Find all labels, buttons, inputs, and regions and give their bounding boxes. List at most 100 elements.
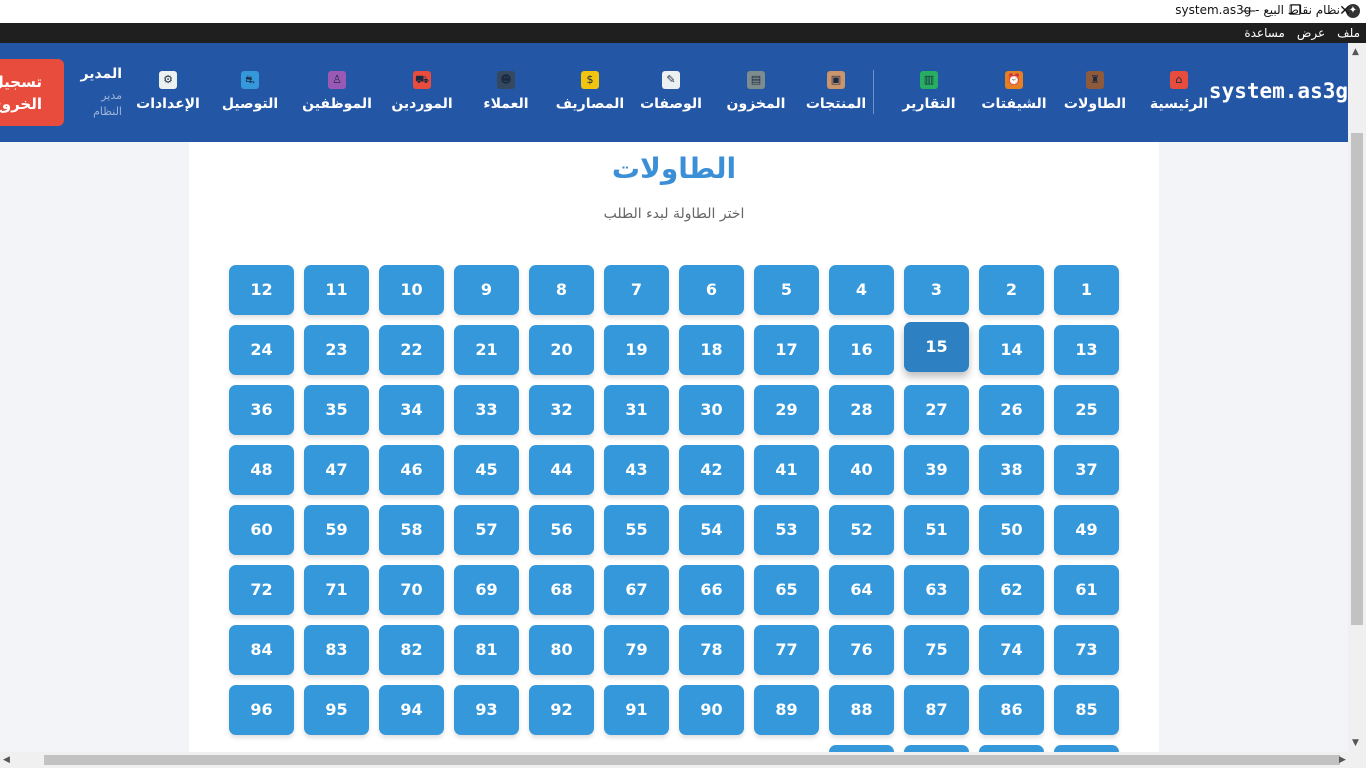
table-button-71[interactable]: 71 bbox=[304, 565, 369, 615]
table-button-83[interactable]: 83 bbox=[304, 625, 369, 675]
table-button-48[interactable]: 48 bbox=[229, 445, 294, 495]
table-button-76[interactable]: 76 bbox=[829, 625, 894, 675]
table-button-62[interactable]: 62 bbox=[979, 565, 1044, 615]
table-button-77[interactable]: 77 bbox=[754, 625, 819, 675]
table-button-25[interactable]: 25 bbox=[1054, 385, 1119, 435]
table-button-43[interactable]: 43 bbox=[604, 445, 669, 495]
nav-item-0[interactable]: ⌂ الرئيسية bbox=[1134, 71, 1224, 112]
nav-item-5[interactable]: ▤ المخزون bbox=[711, 71, 801, 112]
table-button-80[interactable]: 80 bbox=[529, 625, 594, 675]
table-button-66[interactable]: 66 bbox=[679, 565, 744, 615]
scroll-down-icon[interactable]: ▼ bbox=[1352, 738, 1359, 748]
table-button-32[interactable]: 32 bbox=[529, 385, 594, 435]
table-button-60[interactable]: 60 bbox=[229, 505, 294, 555]
nav-item-12[interactable]: ⚙ الإعدادات bbox=[123, 71, 213, 112]
table-button-36[interactable]: 36 bbox=[229, 385, 294, 435]
menu-help[interactable]: مساعدة bbox=[1238, 23, 1291, 43]
table-button-72[interactable]: 72 bbox=[229, 565, 294, 615]
table-button-50[interactable]: 50 bbox=[979, 505, 1044, 555]
table-button-18[interactable]: 18 bbox=[679, 325, 744, 375]
table-button-2[interactable]: 2 bbox=[979, 265, 1044, 315]
table-button-47[interactable]: 47 bbox=[304, 445, 369, 495]
table-button-12[interactable]: 12 bbox=[229, 265, 294, 315]
table-button-33[interactable]: 33 bbox=[454, 385, 519, 435]
table-button-23[interactable]: 23 bbox=[304, 325, 369, 375]
nav-item-6[interactable]: ✎ الوصفات bbox=[626, 71, 716, 112]
table-button-64[interactable]: 64 bbox=[829, 565, 894, 615]
vertical-scroll-thumb[interactable] bbox=[1351, 133, 1363, 625]
table-button-41[interactable]: 41 bbox=[754, 445, 819, 495]
horizontal-scroll-thumb[interactable] bbox=[44, 755, 1340, 765]
nav-item-7[interactable]: $ المصاريف bbox=[545, 71, 635, 112]
scroll-right-icon[interactable]: ▶ bbox=[1339, 755, 1346, 765]
table-button-93[interactable]: 93 bbox=[454, 685, 519, 735]
table-button-59[interactable]: 59 bbox=[304, 505, 369, 555]
table-button-89[interactable]: 89 bbox=[754, 685, 819, 735]
table-button-70[interactable]: 70 bbox=[379, 565, 444, 615]
table-button-27[interactable]: 27 bbox=[904, 385, 969, 435]
table-button-84[interactable]: 84 bbox=[229, 625, 294, 675]
table-button-19[interactable]: 19 bbox=[604, 325, 669, 375]
table-button-1[interactable]: 1 bbox=[1054, 265, 1119, 315]
table-button-34[interactable]: 34 bbox=[379, 385, 444, 435]
table-button-95[interactable]: 95 bbox=[304, 685, 369, 735]
table-button-65[interactable]: 65 bbox=[754, 565, 819, 615]
table-button-79[interactable]: 79 bbox=[604, 625, 669, 675]
table-button-39[interactable]: 39 bbox=[904, 445, 969, 495]
nav-item-9[interactable]: ⛟ الموردين bbox=[377, 71, 467, 112]
nav-item-3[interactable]: ▥ التقارير bbox=[884, 71, 974, 112]
nav-item-11[interactable]: ⛐ التوصيل bbox=[205, 71, 295, 112]
nav-item-10[interactable]: ♙ الموظفين bbox=[292, 71, 382, 112]
table-button-75[interactable]: 75 bbox=[904, 625, 969, 675]
nav-item-8[interactable]: ☻ العملاء bbox=[461, 71, 551, 112]
table-button-74[interactable]: 74 bbox=[979, 625, 1044, 675]
table-button-35[interactable]: 35 bbox=[304, 385, 369, 435]
table-button-82[interactable]: 82 bbox=[379, 625, 444, 675]
table-button-14[interactable]: 14 bbox=[979, 325, 1044, 375]
table-button-37[interactable]: 37 bbox=[1054, 445, 1119, 495]
table-button-3[interactable]: 3 bbox=[904, 265, 969, 315]
vertical-scrollbar[interactable]: ▲ ▼ bbox=[1348, 43, 1366, 752]
table-button-53[interactable]: 53 bbox=[754, 505, 819, 555]
table-button-88[interactable]: 88 bbox=[829, 685, 894, 735]
table-button-11[interactable]: 11 bbox=[304, 265, 369, 315]
nav-item-2[interactable]: ⏰ الشيفتات bbox=[969, 71, 1059, 112]
nav-item-1[interactable]: ♜ الطاولات bbox=[1050, 71, 1140, 112]
table-button-45[interactable]: 45 bbox=[454, 445, 519, 495]
table-button-49[interactable]: 49 bbox=[1054, 505, 1119, 555]
table-button-69[interactable]: 69 bbox=[454, 565, 519, 615]
table-button-73[interactable]: 73 bbox=[1054, 625, 1119, 675]
table-button-58[interactable]: 58 bbox=[379, 505, 444, 555]
table-button-21[interactable]: 21 bbox=[454, 325, 519, 375]
table-button-13[interactable]: 13 bbox=[1054, 325, 1119, 375]
table-button-57[interactable]: 57 bbox=[454, 505, 519, 555]
restore-button[interactable]: ❐ bbox=[1272, 0, 1318, 23]
close-button[interactable]: ✕ bbox=[1322, 0, 1366, 23]
table-button-85[interactable]: 85 bbox=[1054, 685, 1119, 735]
table-button-10[interactable]: 10 bbox=[379, 265, 444, 315]
table-button-22[interactable]: 22 bbox=[379, 325, 444, 375]
table-button-87[interactable]: 87 bbox=[904, 685, 969, 735]
table-button-96[interactable]: 96 bbox=[229, 685, 294, 735]
menu-view[interactable]: عرض bbox=[1291, 23, 1331, 43]
table-button-9[interactable]: 9 bbox=[454, 265, 519, 315]
table-button-15[interactable]: 15 bbox=[904, 322, 969, 372]
minimize-button[interactable]: — bbox=[1226, 0, 1272, 23]
table-button-55[interactable]: 55 bbox=[604, 505, 669, 555]
table-button-81[interactable]: 81 bbox=[454, 625, 519, 675]
table-button-31[interactable]: 31 bbox=[604, 385, 669, 435]
table-button-26[interactable]: 26 bbox=[979, 385, 1044, 435]
table-button-40[interactable]: 40 bbox=[829, 445, 894, 495]
brand-logo[interactable]: system.as3g bbox=[1209, 79, 1348, 103]
table-button-17[interactable]: 17 bbox=[754, 325, 819, 375]
table-button-90[interactable]: 90 bbox=[679, 685, 744, 735]
table-button-51[interactable]: 51 bbox=[904, 505, 969, 555]
logout-button[interactable]: تسجيل الخروج bbox=[0, 59, 64, 126]
table-button-7[interactable]: 7 bbox=[604, 265, 669, 315]
table-button-4[interactable]: 4 bbox=[829, 265, 894, 315]
table-button-24[interactable]: 24 bbox=[229, 325, 294, 375]
table-button-8[interactable]: 8 bbox=[529, 265, 594, 315]
nav-item-4[interactable]: ▣ المنتجات bbox=[791, 71, 881, 112]
table-button-94[interactable]: 94 bbox=[379, 685, 444, 735]
table-button-86[interactable]: 86 bbox=[979, 685, 1044, 735]
